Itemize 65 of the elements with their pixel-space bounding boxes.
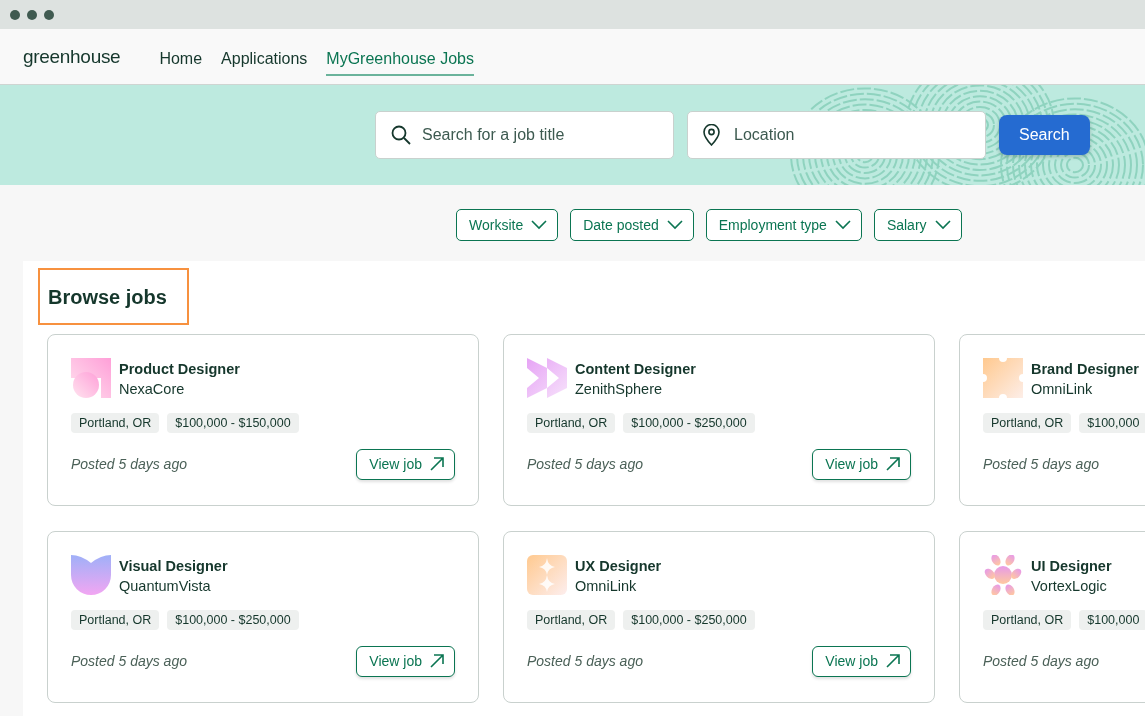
tulip-logo-icon xyxy=(71,555,111,595)
job-tag: Portland, OR xyxy=(983,413,1072,433)
job-title: Visual Designer xyxy=(119,558,228,574)
external-arrow-icon xyxy=(430,457,444,471)
job-title: Brand Designer xyxy=(1031,361,1139,377)
map-pin-icon xyxy=(703,124,720,146)
flower-logo-icon xyxy=(983,555,1023,595)
job-title: Product Designer xyxy=(119,361,240,377)
job-tag: $100,000 xyxy=(1079,610,1145,630)
external-arrow-icon xyxy=(430,654,444,668)
chevron-down-icon xyxy=(934,220,951,230)
section-heading: Browse jobs xyxy=(38,268,189,325)
chevron-down-icon xyxy=(531,220,548,230)
posted-date: Posted 5 days ago xyxy=(527,456,643,472)
filter-dropdown[interactable]: Salary xyxy=(873,209,962,241)
view-job-button[interactable]: View job xyxy=(356,448,455,480)
search-button[interactable]: Search xyxy=(999,115,1090,155)
view-job-button[interactable]: View job xyxy=(812,448,911,480)
posted-date: Posted 5 days ago xyxy=(983,456,1099,472)
job-tag: Portland, OR xyxy=(983,610,1072,630)
posted-date: Posted 5 days ago xyxy=(527,653,643,669)
view-job-button[interactable]: View job xyxy=(356,645,455,677)
job-tag: $100,000 xyxy=(1079,413,1145,433)
external-arrow-icon xyxy=(886,457,900,471)
sparkles-logo-icon xyxy=(527,555,567,595)
window-dot[interactable] xyxy=(27,9,37,20)
job-tag: $100,000 - $250,000 xyxy=(623,413,755,433)
job-search-field[interactable]: Search for a job title xyxy=(375,111,674,159)
job-title: UX Designer xyxy=(575,558,662,574)
window-dot[interactable] xyxy=(10,9,20,20)
nav-tab[interactable]: Applications xyxy=(221,41,308,76)
square-circle-logo-icon xyxy=(71,358,111,398)
company-name: VortexLogic xyxy=(1031,578,1108,594)
posted-date: Posted 5 days ago xyxy=(983,653,1099,669)
company-name: QuantumVista xyxy=(119,578,212,594)
view-job-button[interactable]: View job xyxy=(812,645,911,677)
company-name: ZenithSphere xyxy=(575,381,664,397)
posted-date: Posted 5 days ago xyxy=(71,456,187,472)
job-tag: Portland, OR xyxy=(527,610,616,630)
job-tag: $100,000 - $250,000 xyxy=(623,610,755,630)
job-tag: Portland, OR xyxy=(71,413,160,433)
nav-tab[interactable]: MyGreenhouse Jobs xyxy=(326,41,474,76)
chevron-down-icon xyxy=(834,220,851,230)
job-tag: $100,000 - $150,000 xyxy=(167,413,299,433)
job-tag: Portland, OR xyxy=(527,413,616,433)
job-tag: $100,000 - $250,000 xyxy=(167,610,299,630)
chevrons-logo-icon xyxy=(527,358,567,398)
job-tag: Portland, OR xyxy=(71,610,160,630)
search-icon xyxy=(391,125,411,145)
chevron-down-icon xyxy=(666,220,683,230)
filter-dropdown[interactable]: Employment type xyxy=(705,209,862,241)
location-field[interactable]: Location xyxy=(687,111,986,159)
nav-tab[interactable]: Home xyxy=(159,41,203,76)
brand-logo[interactable]: greenhouse xyxy=(23,45,121,68)
job-title: Content Designer xyxy=(575,361,696,377)
company-name: NexaCore xyxy=(119,381,186,397)
external-arrow-icon xyxy=(886,654,900,668)
filter-dropdown[interactable]: Worksite xyxy=(456,209,559,241)
job-title: UI Designer xyxy=(1031,558,1112,574)
posted-date: Posted 5 days ago xyxy=(71,653,187,669)
filter-dropdown[interactable]: Date posted xyxy=(570,209,694,241)
window-dot[interactable] xyxy=(44,9,54,20)
quarters-logo-icon xyxy=(983,358,1023,398)
company-name: OmniLink xyxy=(575,578,638,594)
company-name: OmniLink xyxy=(1031,381,1094,397)
